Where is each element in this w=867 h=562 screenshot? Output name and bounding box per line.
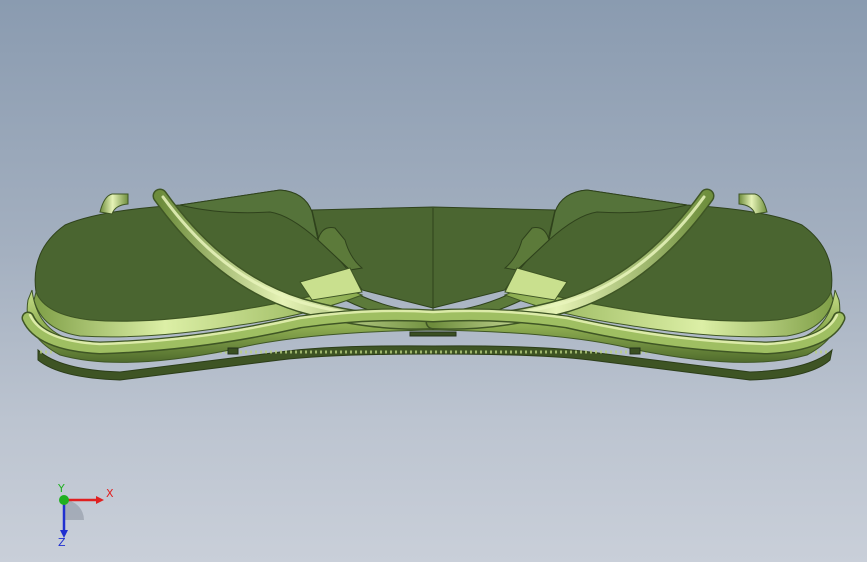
x-axis-arrow: [96, 496, 104, 504]
graphics-viewport[interactable]: X Y Z: [0, 0, 867, 562]
y-axis-label: Y: [57, 482, 65, 495]
y-axis-dot: [59, 495, 69, 505]
axis-triad: X Y Z: [57, 482, 114, 549]
z-axis-label: Z: [58, 536, 66, 549]
x-axis-label: X: [106, 487, 114, 500]
3d-model-view[interactable]: [0, 0, 867, 562]
